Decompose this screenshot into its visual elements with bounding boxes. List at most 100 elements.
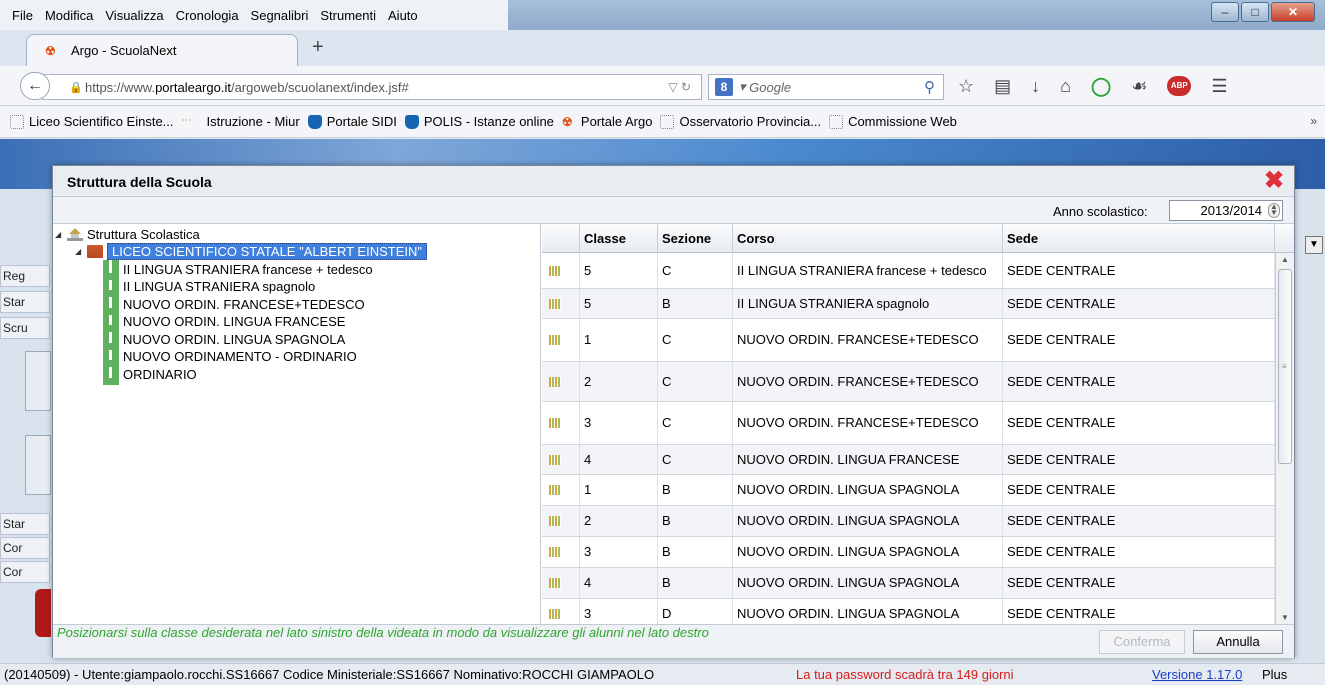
adblock-icon[interactable]: ABP: [1167, 76, 1192, 96]
tab-argo-scuolanext[interactable]: ☢ Argo - ScuolaNext: [26, 34, 298, 66]
tree-node-course[interactable]: II LINGUA STRANIERA spagnolo: [103, 277, 316, 295]
dialog-footer: Posizionarsi sulla classe desiderata nel…: [53, 624, 1294, 658]
menu-visualizza[interactable]: Visualizza: [101, 8, 167, 23]
bookmark-sidi[interactable]: Portale SIDI: [307, 114, 397, 129]
window-close-button[interactable]: ✕: [1271, 2, 1315, 22]
cell-corso: NUOVO ORDIN. FRANCESE+TEDESCO: [733, 319, 1003, 361]
chevron-down-icon[interactable]: ▼: [1305, 236, 1323, 254]
dialog-close-icon[interactable]: ✖: [1262, 169, 1286, 193]
bookmark-argo[interactable]: ☢ Portale Argo: [562, 114, 653, 129]
tree-node-course[interactable]: NUOVO ORDINAMENTO - ORDINARIO: [103, 347, 357, 365]
downloads-icon[interactable]: ↓: [1031, 76, 1040, 97]
row-icon-cell: [542, 253, 580, 288]
table-row[interactable]: 4 C NUOVO ORDIN. LINGUA FRANCESE SEDE CENTR…: [542, 445, 1275, 475]
table-row[interactable]: 1 B NUOVO ORDIN. LINGUA SPAGNOLA SEDE CENTR…: [542, 475, 1275, 506]
class-grid-icon: [549, 547, 561, 557]
bookmark-liceo[interactable]: Liceo Scientifico Einste...: [10, 114, 174, 129]
table-row[interactable]: 2 C NUOVO ORDIN. FRANCESE+TEDESCO SEDE CENT…: [542, 362, 1275, 402]
header-corso[interactable]: Corso: [733, 224, 1003, 253]
scroll-down-icon[interactable]: ▼: [1281, 613, 1289, 622]
side-menu-item[interactable]: Cor: [0, 537, 50, 559]
dialog-titlebar: Struttura della Scuola ✖: [53, 166, 1294, 197]
dialog-title: Struttura della Scuola: [67, 174, 212, 190]
anno-scolastico-label: Anno scolastico:: [1053, 204, 1148, 219]
table-row[interactable]: 3 B NUOVO ORDIN. LINGUA SPAGNOLA SEDE CENTR…: [542, 537, 1275, 568]
dropdown-arrow-icon[interactable]: ▽: [668, 80, 677, 94]
menu-strumenti[interactable]: Strumenti: [316, 8, 380, 23]
bookmark-osservatorio[interactable]: Osservatorio Provincia...: [660, 114, 821, 129]
bookmark-miur[interactable]: ⋯ Istruzione - Miur: [182, 114, 300, 129]
scroll-up-icon[interactable]: ▲: [1281, 255, 1289, 264]
vertical-scrollbar[interactable]: ▲ ≡ ▼: [1275, 253, 1294, 624]
bookmark-polis[interactable]: POLIS - Istanze online: [404, 114, 554, 129]
table-row[interactable]: 1 C NUOVO ORDIN. FRANCESE+TEDESCO SEDE CENT…: [542, 319, 1275, 362]
table-row[interactable]: 5 B II LINGUA STRANIERA spagnolo SEDE CENTR…: [542, 289, 1275, 319]
refresh-green-icon[interactable]: ◯: [1091, 76, 1111, 97]
reading-list-icon[interactable]: ▤: [994, 76, 1011, 97]
menu-segnalibri[interactable]: Segnalibri: [247, 8, 313, 23]
class-grid-icon: [549, 298, 561, 309]
tree-node-label: II LINGUA STRANIERA spagnolo: [123, 279, 316, 294]
cell-sede: SEDE CENTRALE: [1003, 362, 1275, 401]
anno-scolastico-spinner[interactable]: 2013/2014 ▲ ▼: [1169, 200, 1283, 221]
tree-node-label: NUOVO ORDIN. FRANCESE+TEDESCO: [123, 297, 365, 312]
tree-node-course[interactable]: NUOVO ORDIN. LINGUA SPAGNOLA: [103, 330, 345, 348]
cell-corso: NUOVO ORDIN. LINGUA SPAGNOLA: [733, 568, 1003, 598]
bookmark-commissione[interactable]: Commissione Web: [829, 114, 957, 129]
cell-classe: 3: [580, 537, 658, 567]
expand-icon[interactable]: ◢: [55, 230, 63, 239]
table-row[interactable]: 2 B NUOVO ORDIN. LINGUA SPAGNOLA SEDE CENTR…: [542, 506, 1275, 537]
table-row[interactable]: 3 C NUOVO ORDIN. FRANCESE+TEDESCO SEDE CENT…: [542, 402, 1275, 445]
back-button[interactable]: ←: [20, 72, 50, 100]
tree-node-course[interactable]: NUOVO ORDIN. FRANCESE+TEDESCO: [103, 295, 365, 313]
url-bar[interactable]: 🔒 https://www.portaleargo.it/argoweb/scu…: [42, 74, 702, 100]
side-menu-item[interactable]: Star: [0, 513, 50, 535]
cancel-button[interactable]: Annulla: [1193, 630, 1283, 654]
bookmarks-bar: Liceo Scientifico Einste... ⋯ Istruzione …: [0, 106, 1325, 138]
new-tab-button[interactable]: +: [312, 36, 324, 59]
side-red-button[interactable]: [35, 589, 51, 637]
reload-icon[interactable]: ↻: [681, 80, 691, 94]
side-menu-item[interactable]: Cor: [0, 561, 50, 583]
table-row[interactable]: 3 D NUOVO ORDIN. LINGUA SPAGNOLA SEDE CENTR…: [542, 599, 1275, 624]
bookmarks-overflow-button[interactable]: »: [1310, 114, 1317, 128]
header-sede[interactable]: Sede: [1003, 224, 1275, 253]
version-link[interactable]: Versione 1.17.0: [1152, 664, 1242, 685]
tree-node-course[interactable]: ORDINARIO: [103, 365, 197, 383]
home-icon[interactable]: ⌂: [1060, 76, 1071, 97]
tree-node-root[interactable]: ◢ Struttura Scolastica: [55, 226, 200, 243]
scrollbar-thumb[interactable]: ≡: [1278, 269, 1292, 464]
menu-file[interactable]: File: [8, 8, 37, 23]
side-menu-item[interactable]: Scru: [0, 317, 50, 339]
tree-node-course[interactable]: NUOVO ORDIN. LINGUA FRANCESE: [103, 312, 345, 330]
confirm-button[interactable]: Conferma: [1099, 630, 1185, 654]
browser-menubar: File Modifica Visualizza Cronologia Segn…: [0, 0, 1325, 30]
side-menu-item[interactable]: Reg: [0, 265, 50, 287]
spinner-arrows-icon[interactable]: ▲ ▼: [1268, 203, 1280, 218]
bookmark-star-icon[interactable]: ☆: [958, 76, 974, 97]
tree-node-course[interactable]: II LINGUA STRANIERA francese + tedesco: [103, 260, 373, 278]
header-classe[interactable]: Classe: [580, 224, 658, 253]
school-structure-tree: ◢ Struttura Scolastica ◢ LICEO SCIENTIFI…: [53, 224, 541, 624]
table-row[interactable]: 5 C II LINGUA STRANIERA francese + tedesco…: [542, 253, 1275, 289]
menu-cronologia[interactable]: Cronologia: [172, 8, 243, 23]
menu-modifica[interactable]: Modifica: [41, 8, 97, 23]
minimize-button[interactable]: –: [1211, 2, 1239, 22]
page-icon: [829, 114, 844, 129]
extension-icon[interactable]: ☙: [1131, 76, 1147, 97]
hamburger-menu-icon[interactable]: ☰: [1211, 76, 1227, 97]
maximize-button[interactable]: □: [1241, 2, 1269, 22]
search-icon[interactable]: ⚲: [924, 78, 935, 96]
search-input[interactable]: 8 ▾ Google ⚲: [708, 74, 944, 100]
menu-aiuto[interactable]: Aiuto: [384, 8, 422, 23]
tree-node-school[interactable]: ◢ LICEO SCIENTIFICO STATALE "ALBERT EINS…: [75, 243, 427, 260]
tab-title: Argo - ScuolaNext: [71, 43, 177, 58]
side-menu-item[interactable]: Star: [0, 291, 50, 313]
class-grid-icon: [549, 454, 561, 465]
google-icon[interactable]: 8: [715, 78, 733, 96]
house-icon: [67, 228, 83, 241]
table-row[interactable]: 4 B NUOVO ORDIN. LINGUA SPAGNOLA SEDE CENTR…: [542, 568, 1275, 599]
header-sezione[interactable]: Sezione: [658, 224, 733, 253]
class-group-icon: [103, 260, 119, 273]
expand-icon[interactable]: ◢: [75, 247, 83, 256]
